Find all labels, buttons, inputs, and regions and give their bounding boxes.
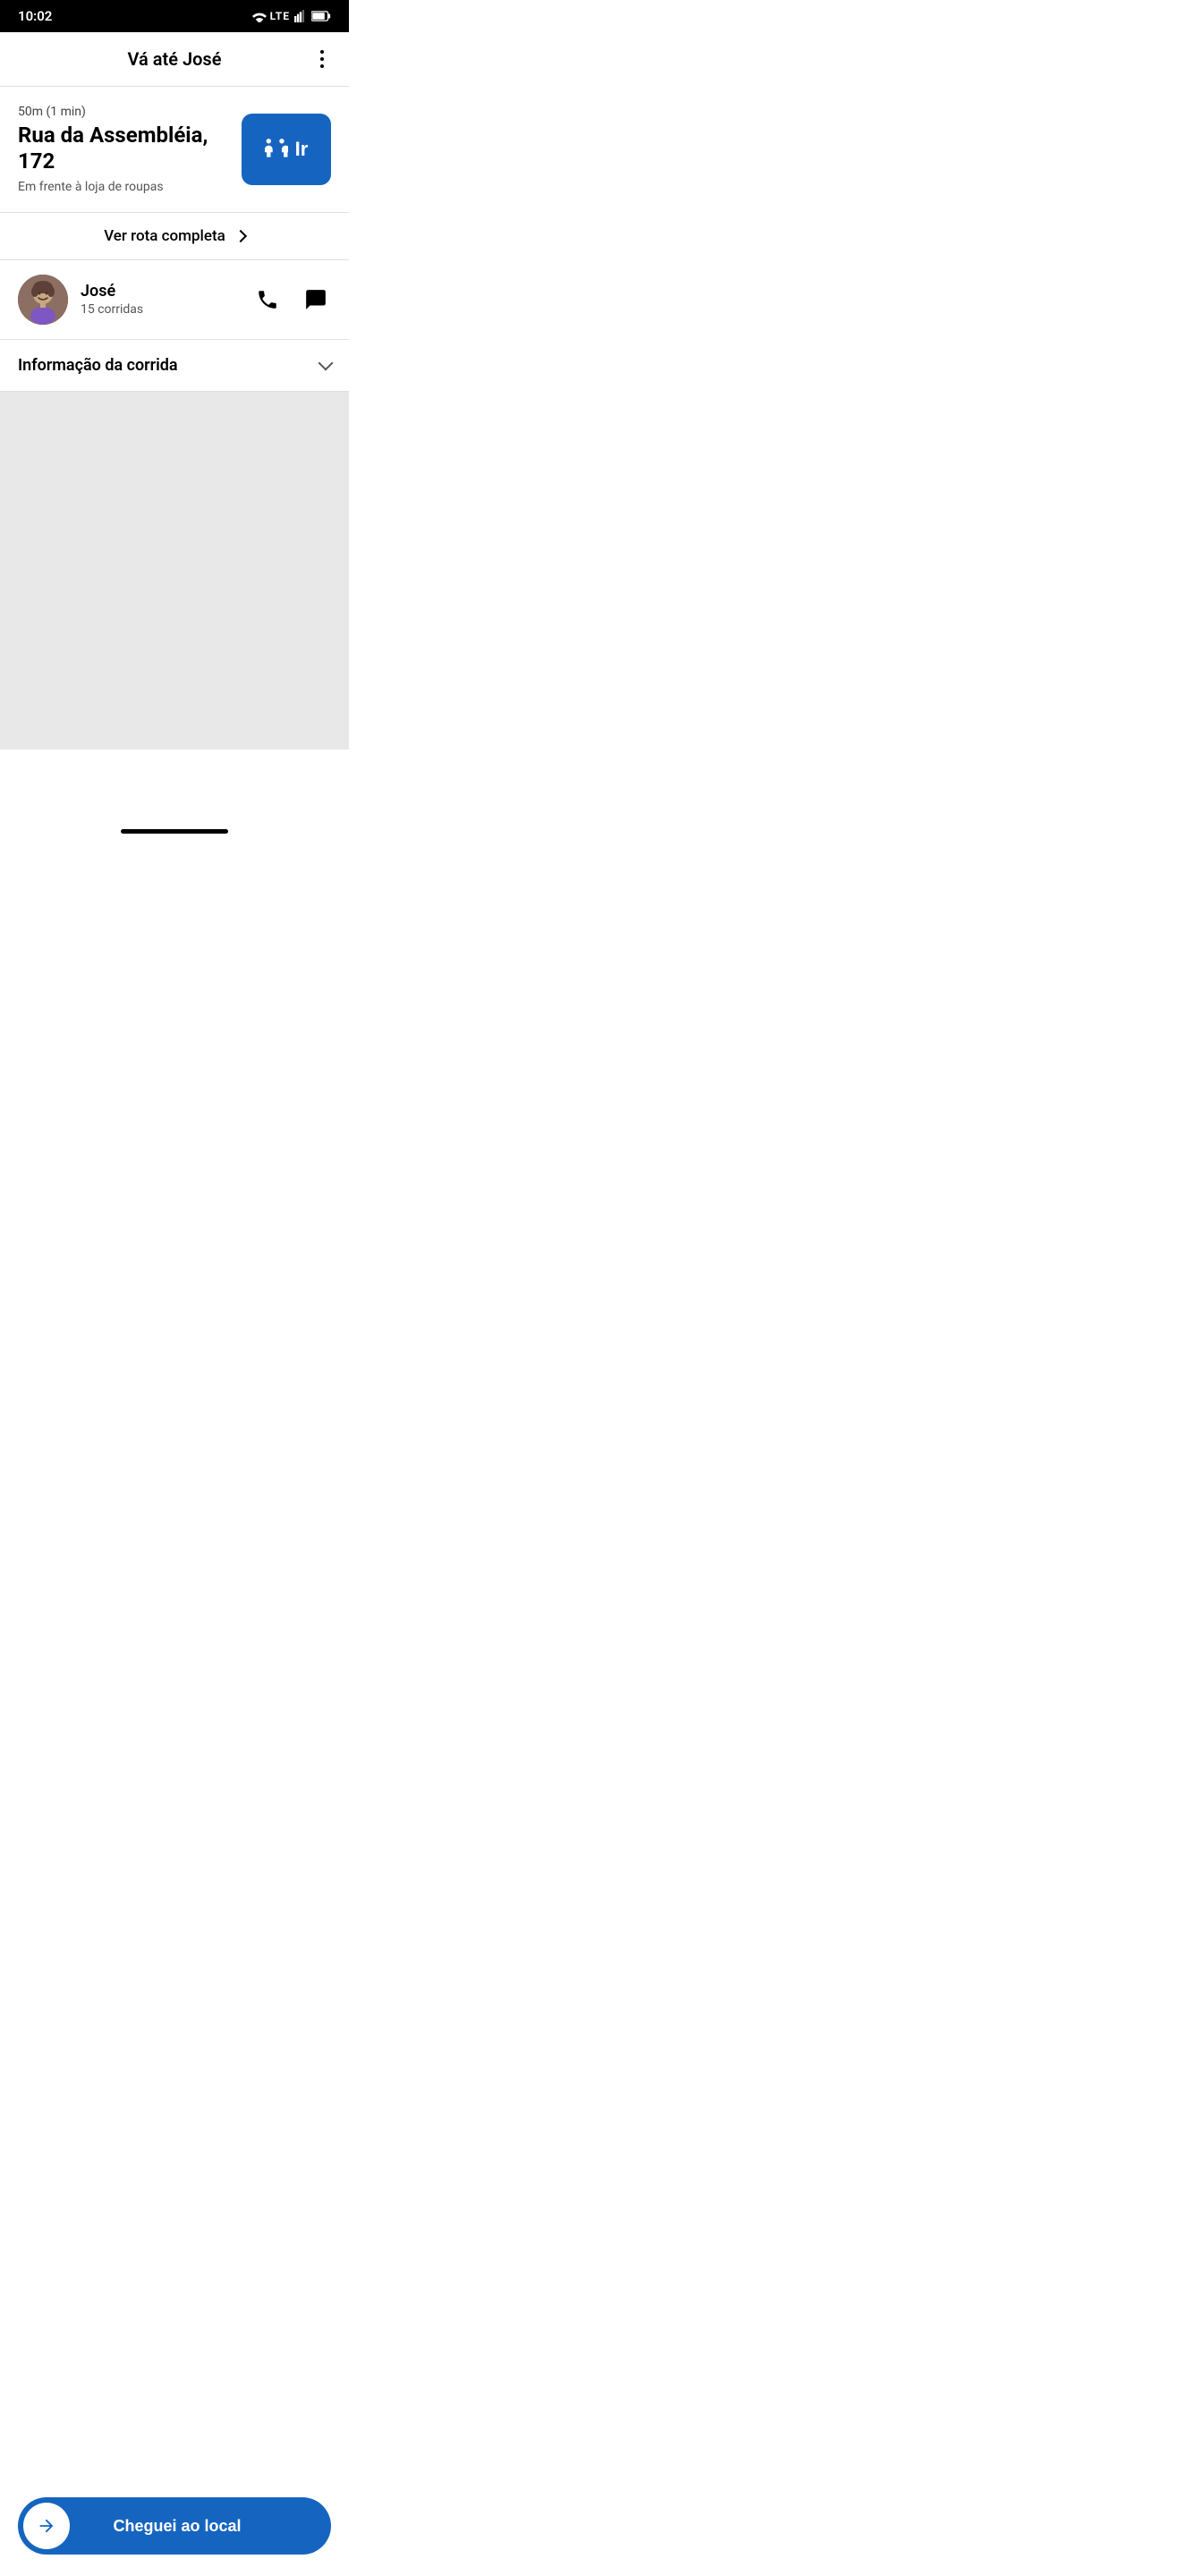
ride-info-section[interactable]: Informação da corrida [0, 340, 349, 392]
status-bar: 10:02 LTE [0, 0, 349, 32]
menu-dot-2 [320, 57, 324, 61]
menu-dot-1 [320, 50, 324, 54]
wifi-icon [252, 10, 267, 22]
contact-name: José [81, 282, 240, 301]
nav-time-distance: 50m (1 min) [18, 105, 227, 119]
avatar-image [18, 275, 68, 325]
more-options-button[interactable] [313, 43, 331, 75]
home-bar [121, 829, 228, 834]
arrived-button-icon [23, 2503, 70, 2549]
chat-icon [304, 288, 327, 311]
chevron-down-icon [318, 356, 334, 371]
arrow-right-icon [37, 2516, 56, 2536]
battery-icon [311, 10, 331, 22]
view-route-section[interactable]: Ver rota completa [0, 213, 349, 260]
page-title: Vá até José [128, 48, 222, 70]
lte-indicator: LTE [270, 10, 290, 22]
map-area [0, 392, 349, 750]
status-icons: LTE [252, 10, 331, 22]
contact-info: José 15 corridas [81, 282, 240, 317]
ride-info-title: Informação da corrida [18, 356, 178, 375]
avatar-svg [18, 275, 68, 325]
menu-dot-3 [320, 64, 324, 68]
contact-card: José 15 corridas [0, 260, 349, 340]
signal-icon [293, 10, 308, 22]
chevron-right-icon [234, 230, 247, 242]
contact-rides: 15 corridas [81, 302, 240, 317]
arrived-button[interactable]: Cheguei ao local [18, 2497, 331, 2555]
view-route-text: Ver rota completa [104, 227, 225, 245]
message-button[interactable] [301, 284, 331, 315]
arrived-button-label: Cheguei ao local [70, 2517, 331, 2536]
route-icon [265, 138, 288, 161]
phone-icon [256, 288, 279, 311]
go-button-label: Ir [295, 138, 309, 161]
nav-street: Rua da Assembléia, 172 [18, 123, 227, 174]
status-time: 10:02 [18, 8, 52, 24]
contact-actions [252, 284, 331, 315]
home-indicator [0, 821, 349, 843]
go-button[interactable]: Ir [242, 114, 331, 185]
call-button[interactable] [252, 284, 283, 315]
nav-description: Em frente à loja de roupas [18, 180, 227, 194]
navigation-card: 50m (1 min) Rua da Assembléia, 172 Em fr… [0, 87, 349, 213]
avatar [18, 275, 68, 325]
bottom-bar: Cheguei ao local [0, 2487, 349, 2576]
nav-info: 50m (1 min) Rua da Assembléia, 172 Em fr… [18, 105, 227, 194]
header: Vá até José [0, 32, 349, 87]
